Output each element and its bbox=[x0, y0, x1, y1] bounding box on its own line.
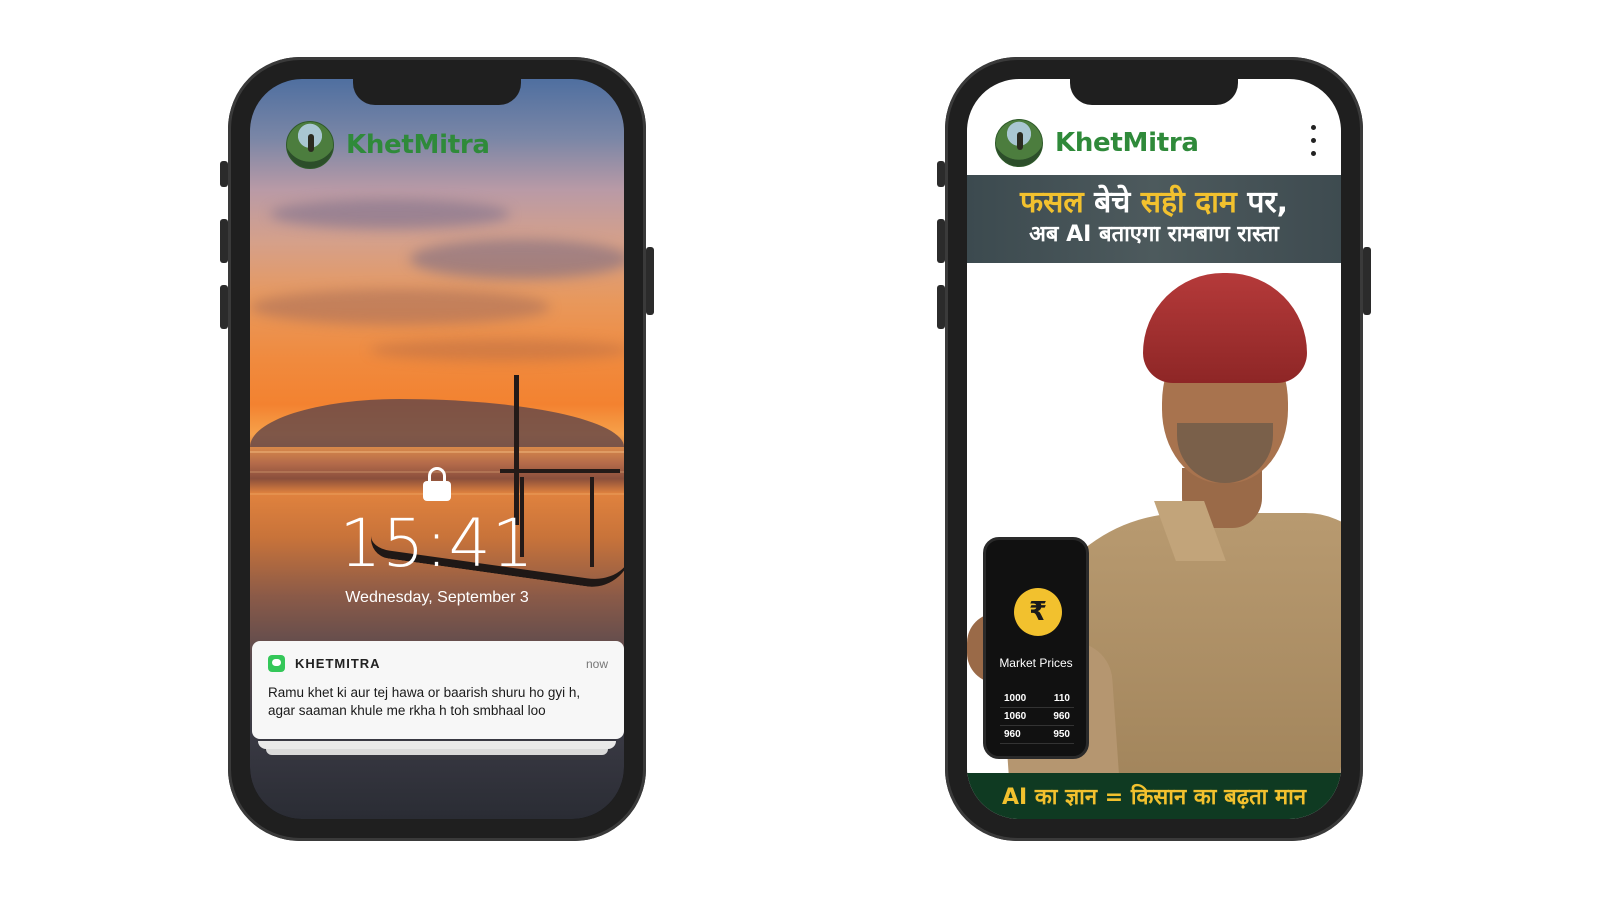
mute-switch bbox=[220, 161, 228, 187]
market-prices-table: 1000 110 1060 960 960 950 bbox=[1000, 690, 1074, 744]
lock-screen-date: Wednesday, September 3 bbox=[345, 589, 529, 606]
notification-timestamp: now bbox=[585, 656, 608, 671]
volume-up-button bbox=[937, 219, 945, 263]
rupee-icon: ₹ bbox=[1014, 588, 1062, 636]
khetmitra-logo bbox=[286, 121, 334, 169]
notch bbox=[353, 79, 521, 105]
headline-banner: फसल बेचे सही दाम पर, अब AI बताएगा रामबाण… bbox=[967, 175, 1341, 263]
ad-screen-phone: KhetMitra फसल बेचे सही दाम पर, अब AI बता… bbox=[937, 57, 1371, 841]
volume-down-button bbox=[220, 285, 228, 329]
headline-line-2: अब AI बताएगा रामबाण रास्ता bbox=[1029, 222, 1279, 247]
table-row: 1060 960 bbox=[1000, 708, 1074, 726]
more-options-icon[interactable] bbox=[1311, 125, 1317, 164]
notification-message: Ramu khet ki aur tej hawa or baarish shu… bbox=[268, 685, 581, 718]
lock-icon bbox=[423, 467, 451, 501]
notification-card[interactable]: KHETMITRA now Ramu khet ki aur tej hawa … bbox=[252, 641, 624, 739]
market-prices-title: Market Prices bbox=[999, 656, 1073, 670]
brand-header: KhetMitra bbox=[286, 121, 490, 169]
lock-screen-phone: KhetMitra 15:41 Wednesday, September 3 K… bbox=[220, 57, 654, 841]
lock-screen: KhetMitra 15:41 Wednesday, September 3 K… bbox=[250, 79, 624, 819]
turban bbox=[1143, 273, 1307, 383]
farmer-photo: ₹ Market Prices 1000 110 1060 960 960 950 bbox=[967, 263, 1341, 773]
brand-name: KhetMitra bbox=[1055, 128, 1199, 158]
notch bbox=[1070, 79, 1238, 105]
message-app-icon bbox=[268, 655, 285, 672]
notification-app-name: KHETMITRA bbox=[295, 656, 381, 671]
volume-down-button bbox=[937, 285, 945, 329]
slogan-banner: AI का ज्ञान = किसान का बढ़ता मान bbox=[967, 773, 1341, 819]
mute-switch bbox=[937, 161, 945, 187]
table-row: 1000 110 bbox=[1000, 690, 1074, 708]
headline-line-1: फसल बेचे सही दाम पर, bbox=[1019, 185, 1289, 220]
table-row: 960 950 bbox=[1000, 726, 1074, 744]
brand-header: KhetMitra bbox=[995, 119, 1199, 167]
volume-up-button bbox=[220, 219, 228, 263]
power-button bbox=[646, 247, 654, 315]
lock-screen-time: 15:41 bbox=[339, 505, 535, 582]
market-prices-phone: ₹ Market Prices 1000 110 1060 960 960 950 bbox=[983, 537, 1089, 759]
app-screen: KhetMitra फसल बेचे सही दाम पर, अब AI बता… bbox=[967, 79, 1341, 819]
khetmitra-logo bbox=[995, 119, 1043, 167]
brand-name: KhetMitra bbox=[346, 130, 490, 160]
power-button bbox=[1363, 247, 1371, 315]
